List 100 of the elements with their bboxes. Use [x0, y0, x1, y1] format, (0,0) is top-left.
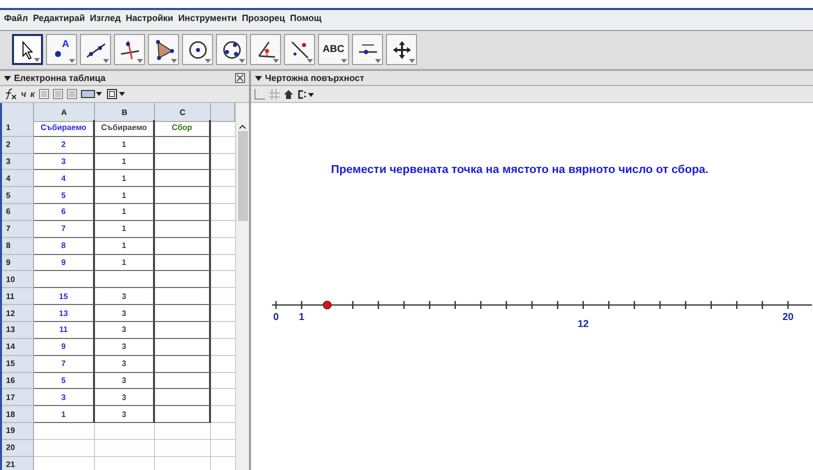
table-cell[interactable] — [155, 305, 211, 322]
table-cell[interactable] — [155, 254, 211, 272]
tool-button[interactable]: A — [46, 34, 77, 65]
table-cell[interactable]: 1 — [95, 170, 155, 188]
table-cell[interactable] — [34, 271, 95, 288]
row-header[interactable]: 14 — [2, 338, 34, 356]
table-cell[interactable]: 3 — [95, 305, 155, 322]
align-icon[interactable] — [52, 89, 63, 99]
align-icon[interactable] — [38, 89, 49, 99]
row-header[interactable]: 13 — [2, 322, 34, 339]
tool-button[interactable] — [182, 34, 213, 65]
row-header[interactable]: 3 — [2, 154, 34, 170]
table-cell[interactable] — [155, 356, 211, 372]
scroll-up-icon[interactable] — [239, 125, 246, 129]
menu-item[interactable]: Редактирай — [32, 13, 85, 27]
row-header[interactable]: 4 — [2, 170, 34, 188]
home-icon[interactable] — [284, 90, 293, 98]
align-icon[interactable] — [66, 89, 77, 99]
row-header[interactable]: 18 — [2, 406, 34, 424]
table-cell[interactable]: 1 — [95, 136, 155, 154]
row-header[interactable]: 6 — [2, 204, 34, 221]
table-cell[interactable]: 15 — [34, 288, 95, 306]
table-cell[interactable]: 7 — [34, 356, 95, 372]
column-header[interactable]: A — [34, 103, 95, 122]
table-cell[interactable]: 1 — [95, 238, 155, 255]
table-cell[interactable]: 3 — [34, 154, 95, 170]
row-header[interactable]: 10 — [2, 271, 34, 288]
table-cell[interactable]: 7 — [34, 220, 95, 238]
table-cell[interactable]: 3 — [95, 338, 155, 356]
point[interactable] — [322, 300, 332, 310]
column-header[interactable]: C — [155, 103, 211, 122]
table-cell[interactable]: 3 — [95, 406, 155, 424]
table-cell[interactable]: 6 — [34, 204, 95, 221]
table-cell[interactable]: Събираемо — [34, 120, 95, 137]
close-icon[interactable] — [235, 73, 245, 83]
border-icon[interactable] — [106, 89, 127, 99]
table-cell[interactable] — [155, 322, 211, 339]
menu-item[interactable]: Прозорец — [242, 13, 285, 27]
table-cell[interactable]: 4 — [34, 170, 95, 188]
tool-button[interactable] — [12, 34, 43, 65]
tool-button[interactable] — [216, 34, 247, 65]
tool-button[interactable] — [386, 34, 417, 65]
table-cell[interactable]: 3 — [95, 322, 155, 339]
row-header[interactable]: 15 — [2, 356, 34, 372]
table-cell[interactable]: 1 — [95, 254, 155, 272]
table-cell[interactable]: 11 — [34, 322, 95, 339]
row-header[interactable]: 2 — [2, 136, 34, 154]
row-header[interactable]: 7 — [2, 220, 34, 238]
table-cell[interactable]: 9 — [34, 254, 95, 272]
collapse-icon[interactable] — [255, 76, 262, 80]
scrollbar-thumb[interactable] — [238, 131, 248, 221]
collapse-icon[interactable] — [4, 76, 11, 80]
menu-item[interactable]: Изглед — [90, 13, 121, 27]
table-cell[interactable]: 1 — [95, 154, 155, 170]
table-cell[interactable]: 5 — [34, 187, 95, 204]
table-cell[interactable]: 3 — [34, 389, 95, 406]
table-cell[interactable] — [155, 372, 211, 390]
function-icon[interactable] — [3, 88, 17, 100]
style-button[interactable]: ч — [21, 89, 26, 99]
menu-item[interactable]: Помощ — [290, 13, 322, 27]
tool-button[interactable] — [80, 34, 111, 65]
tool-button[interactable] — [250, 34, 281, 65]
table-cell[interactable] — [155, 136, 211, 154]
tool-button[interactable] — [284, 34, 315, 65]
table-cell[interactable] — [155, 204, 211, 221]
axes-icon[interactable] — [254, 88, 265, 100]
background-color-icon[interactable] — [80, 89, 103, 99]
row-header[interactable]: 21 — [2, 456, 34, 470]
row-header[interactable]: 19 — [2, 423, 34, 440]
scrollbar[interactable] — [235, 103, 249, 470]
table-cell[interactable] — [155, 288, 211, 306]
menu-item[interactable]: Инструменти — [178, 13, 237, 27]
tool-button[interactable] — [114, 34, 145, 65]
table-cell[interactable]: 3 — [95, 372, 155, 390]
row-header[interactable]: 16 — [2, 372, 34, 390]
table-cell[interactable]: 2 — [34, 136, 95, 154]
table-cell[interactable]: 1 — [95, 204, 155, 221]
row-header[interactable]: 11 — [2, 288, 34, 306]
table-cell[interactable]: 3 — [95, 288, 155, 306]
table-cell[interactable]: 1 — [95, 220, 155, 238]
table-cell[interactable] — [155, 406, 211, 424]
point-style-icon[interactable] — [297, 90, 315, 98]
table-cell[interactable]: 3 — [95, 389, 155, 406]
row-header[interactable]: 5 — [2, 187, 34, 204]
table-cell[interactable] — [95, 271, 155, 288]
table-cell[interactable] — [155, 154, 211, 170]
table-cell[interactable] — [155, 170, 211, 188]
tool-button[interactable] — [352, 34, 383, 65]
table-cell[interactable]: 5 — [34, 372, 95, 390]
table-cell[interactable]: 9 — [34, 338, 95, 356]
table-cell[interactable]: 13 — [34, 305, 95, 322]
table-cell[interactable] — [155, 389, 211, 406]
table-cell[interactable] — [155, 220, 211, 238]
table-cell[interactable] — [155, 187, 211, 204]
table-cell[interactable] — [155, 338, 211, 356]
table-cell[interactable]: 1 — [34, 406, 95, 424]
row-header[interactable]: 9 — [2, 254, 34, 272]
row-header[interactable]: 12 — [2, 305, 34, 322]
tool-button[interactable]: ABC — [318, 34, 349, 65]
row-header[interactable]: 1 — [2, 120, 34, 137]
